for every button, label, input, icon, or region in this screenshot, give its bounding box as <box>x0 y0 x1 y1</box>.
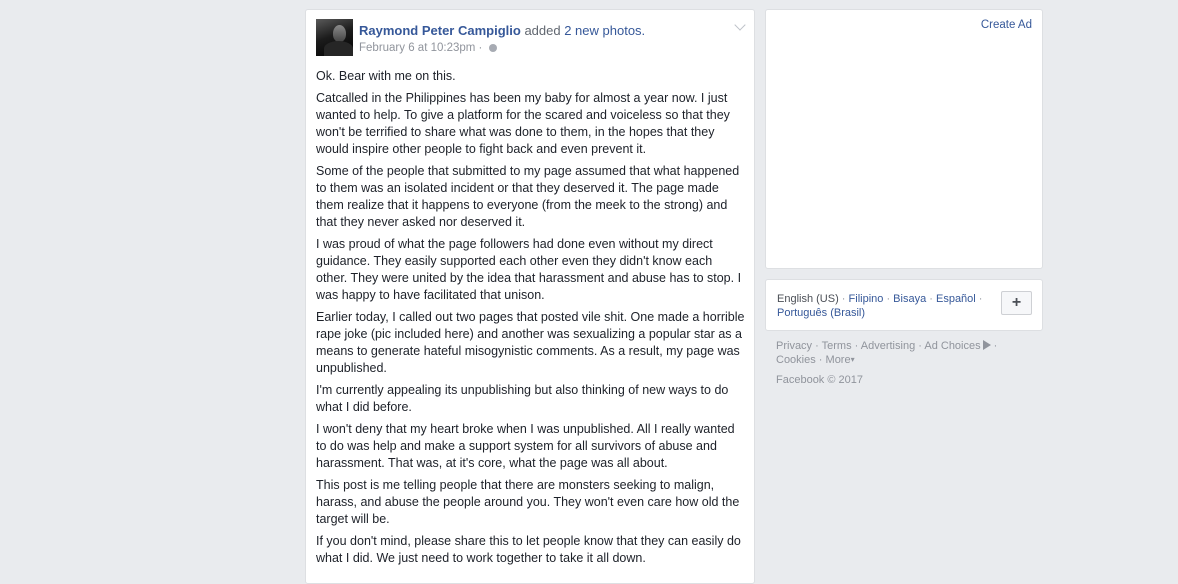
sidebar-footer: Privacy · Terms · Advertising · Ad Choic… <box>776 339 1036 367</box>
language-panel: English (US) · Filipino · Bisaya · Españ… <box>765 279 1043 331</box>
footer-link-advertising[interactable]: Advertising <box>861 340 915 352</box>
separator: · <box>915 340 925 352</box>
separator: · <box>975 293 983 305</box>
language-link-bisaya[interactable]: Bisaya <box>893 293 926 305</box>
language-link-portugues[interactable]: Português (Brasil) <box>777 307 865 319</box>
current-language: English (US) <box>777 293 839 305</box>
post-timestamp[interactable]: February 6 at 10:23pm <box>359 42 475 54</box>
chevron-down-icon[interactable] <box>734 19 746 31</box>
post-paragraph: Earlier today, I called out two pages th… <box>316 310 745 375</box>
copyright: Facebook © 2017 <box>776 374 863 386</box>
footer-link-terms[interactable]: Terms <box>822 340 852 352</box>
post-paragraph: I won't deny that my heart broke when I … <box>316 422 735 470</box>
ad-panel: Create Ad <box>765 9 1043 269</box>
separator: · <box>815 354 826 366</box>
post-body: Ok. Bear with me on this. Catcalled in t… <box>316 68 746 572</box>
post-paragraph: I was proud of what the page followers h… <box>316 237 742 302</box>
separator: · <box>883 293 894 305</box>
post-paragraph: If you don't mind, please share this to … <box>316 534 741 565</box>
post-headline: Raymond Peter Campiglio added 2 new phot… <box>359 23 645 39</box>
separator: · <box>851 340 861 352</box>
language-list: English (US) · Filipino · Bisaya · Españ… <box>777 292 992 320</box>
separator: · <box>990 340 998 352</box>
language-link-espanol[interactable]: Español <box>936 293 976 305</box>
author-avatar[interactable] <box>316 19 353 56</box>
separator: · <box>926 293 936 305</box>
more-caret-icon[interactable]: ▾ <box>851 353 855 367</box>
author-name-link[interactable]: Raymond Peter Campiglio <box>359 23 521 38</box>
post-paragraph: I'm currently appealing its unpublishing… <box>316 383 729 414</box>
footer-link-more[interactable]: More <box>826 354 851 366</box>
footer-link-ad-choices[interactable]: Ad Choices <box>924 340 980 352</box>
post-paragraph: Catcalled in the Philippines has been my… <box>316 91 730 156</box>
separator: · <box>838 293 849 305</box>
avatar-face <box>333 25 346 42</box>
create-ad-link[interactable]: Create Ad <box>981 19 1032 31</box>
photos-link[interactable]: 2 new photos. <box>564 23 645 38</box>
avatar-shoulder <box>324 41 353 56</box>
language-link-filipino[interactable]: Filipino <box>849 293 884 305</box>
post-meta: February 6 at 10:23pm · <box>359 41 497 55</box>
ad-choices-icon[interactable] <box>982 340 991 350</box>
feed-post: Raymond Peter Campiglio added 2 new phot… <box>305 9 755 584</box>
meta-separator: · <box>478 42 483 54</box>
separator: · <box>812 340 822 352</box>
post-action-text: added <box>524 23 561 38</box>
post-paragraph: Ok. Bear with me on this. <box>316 69 456 83</box>
post-paragraph: This post is me telling people that ther… <box>316 478 740 526</box>
footer-link-privacy[interactable]: Privacy <box>776 340 812 352</box>
globe-icon[interactable] <box>488 44 497 52</box>
post-paragraph: Some of the people that submitted to my … <box>316 164 740 229</box>
footer-link-cookies[interactable]: Cookies <box>776 354 816 366</box>
add-language-button[interactable]: + <box>1001 291 1032 315</box>
